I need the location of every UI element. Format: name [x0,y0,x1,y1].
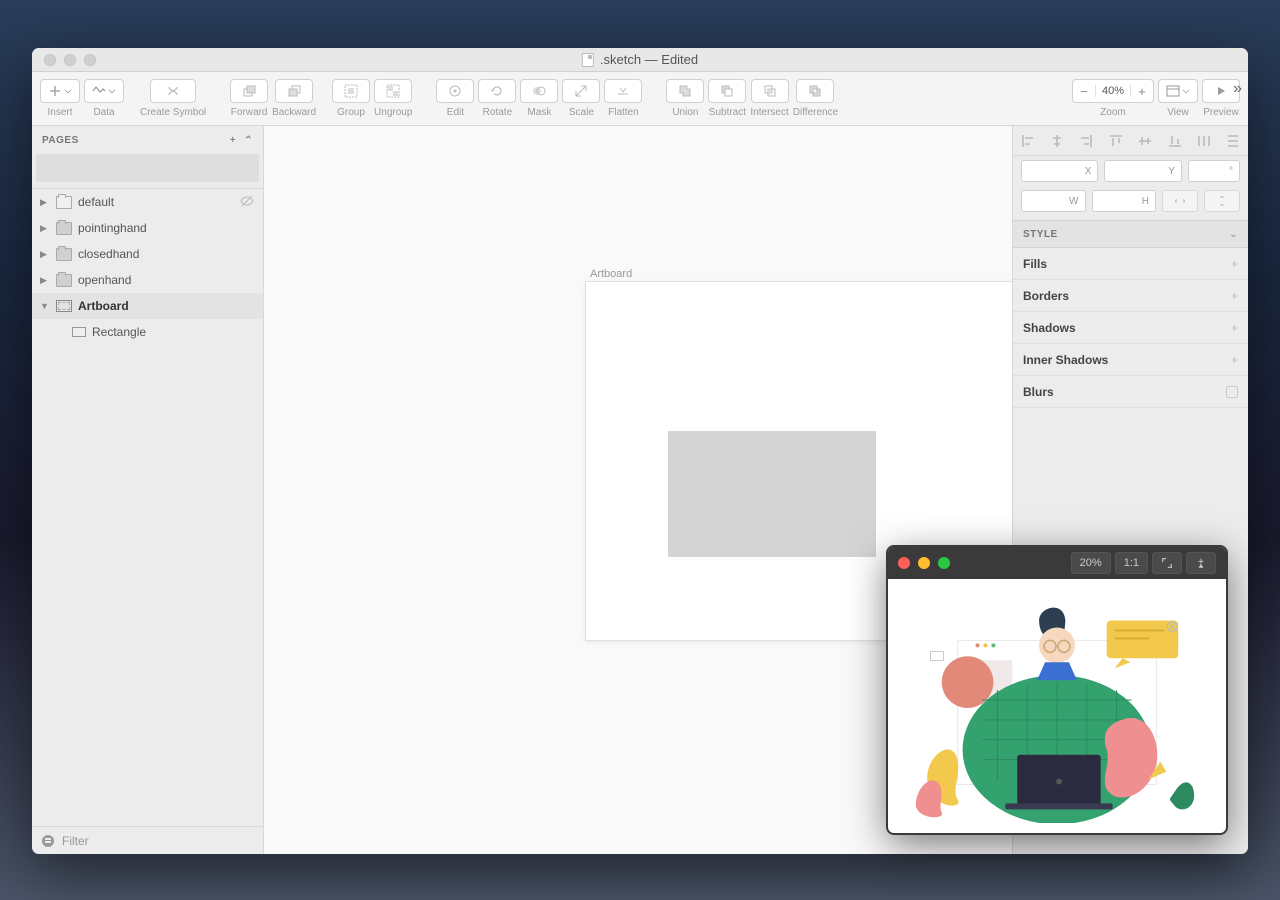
traffic-zoom[interactable] [84,54,96,66]
create-symbol-label: Create Symbol [140,107,206,118]
titlebar: .sketch — Edited [32,48,1248,72]
rectangle-shape[interactable] [668,431,876,557]
pages-label: PAGES [42,135,79,146]
preview-zoom-value[interactable]: 20% [1071,552,1111,574]
preview-artboard-marker [930,651,944,661]
preview-illustration [898,587,1216,823]
filter-input[interactable]: Filter [62,834,89,848]
blur-checkbox[interactable] [1226,386,1238,398]
collapse-pages-icon[interactable]: ⌃ [244,135,253,146]
create-symbol-button[interactable] [150,79,196,103]
difference-button[interactable] [796,79,834,103]
zoom-control: − 40% + [1072,79,1154,103]
shadows-row[interactable]: Shadows+ [1013,312,1248,344]
mask-button[interactable] [520,79,558,103]
preview-close-icon[interactable] [898,557,910,569]
hidden-icon[interactable] [239,193,255,212]
chevron-down-icon: ⌄ [1229,229,1238,240]
folder-icon [56,248,72,261]
fills-row[interactable]: Fills+ [1013,248,1248,280]
add-border-icon[interactable]: + [1231,289,1238,303]
w-field[interactable]: W [1021,190,1086,212]
align-vcenter-icon[interactable] [1138,134,1152,148]
insert-button[interactable] [40,79,80,103]
subtract-button[interactable] [708,79,746,103]
align-top-icon[interactable] [1109,134,1123,148]
angle-field[interactable]: ° [1188,160,1240,182]
preview-fit-icon[interactable] [1152,552,1182,574]
backward-button[interactable] [275,79,313,103]
union-button[interactable] [666,79,704,103]
flip-h-icon[interactable] [1162,190,1198,212]
layers-panel: PAGES + ⌃ ▶default ▶pointinghand ▶closed… [32,126,264,854]
preview-pin-icon[interactable] [1186,552,1216,574]
y-field[interactable]: Y [1104,160,1181,182]
preview-zoom-icon[interactable] [938,557,950,569]
preview-titlebar[interactable]: 20% 1:1 [888,547,1226,579]
folder-icon [56,222,72,235]
artboard-title[interactable]: Artboard [590,268,632,280]
view-button[interactable] [1158,79,1198,103]
zoom-in-button[interactable]: + [1131,80,1153,102]
inner-shadows-row[interactable]: Inner Shadows+ [1013,344,1248,376]
layer-rectangle[interactable]: Rectangle [32,319,263,345]
filter-icon [42,835,54,847]
zoom-value: 40% [1095,85,1131,97]
flip-v-icon[interactable] [1204,190,1240,212]
blurs-row[interactable]: Blurs [1013,376,1248,408]
layer-artboard[interactable]: ▼Artboard [32,293,263,319]
folder-icon [56,196,72,209]
group-button[interactable] [332,79,370,103]
preview-canvas [898,587,1216,823]
alignment-row [1013,126,1248,156]
align-right-icon[interactable] [1079,134,1093,148]
distribute-v-icon[interactable] [1226,134,1240,148]
layer-default[interactable]: ▶default [32,189,263,215]
style-section-header[interactable]: STYLE ⌄ [1013,220,1248,248]
rectangle-icon [72,327,86,337]
preview-minimize-icon[interactable] [918,557,930,569]
traffic-close[interactable] [44,54,56,66]
scale-button[interactable] [562,79,600,103]
data-label: Data [93,107,114,118]
insert-label: Insert [47,107,72,118]
layer-closedhand[interactable]: ▶closedhand [32,241,263,267]
document-icon [582,53,594,67]
layers-list: ▶default ▶pointinghand ▶closedhand ▶open… [32,188,263,826]
preview-window: 20% 1:1 [888,547,1226,833]
borders-row[interactable]: Borders+ [1013,280,1248,312]
x-field[interactable]: X [1021,160,1098,182]
traffic-minimize[interactable] [64,54,76,66]
h-field[interactable]: H [1092,190,1157,212]
toolbar: Insert Data Create Symbol Forward Backwa… [32,72,1248,126]
distribute-h-icon[interactable] [1197,134,1211,148]
align-hcenter-icon[interactable] [1050,134,1064,148]
align-left-icon[interactable] [1021,134,1035,148]
forward-button[interactable] [230,79,268,103]
add-page-icon[interactable]: + [230,135,236,146]
edit-button[interactable] [436,79,474,103]
preview-scale-button[interactable]: 1:1 [1115,552,1148,574]
add-fill-icon[interactable]: + [1231,257,1238,271]
toolbar-overflow-icon[interactable]: » [1233,80,1242,98]
data-button[interactable] [84,79,124,103]
window-title: .sketch — Edited [600,52,698,67]
flatten-button[interactable] [604,79,642,103]
align-bottom-icon[interactable] [1168,134,1182,148]
folder-icon [56,274,72,287]
rotate-button[interactable] [478,79,516,103]
layer-openhand[interactable]: ▶openhand [32,267,263,293]
intersect-button[interactable] [751,79,789,103]
ungroup-button[interactable] [374,79,412,103]
zoom-out-button[interactable]: − [1073,80,1095,102]
layer-pointinghand[interactable]: ▶pointinghand [32,215,263,241]
add-shadow-icon[interactable]: + [1231,321,1238,335]
artboard-icon [56,300,72,312]
page-row-active[interactable] [36,154,259,182]
add-inner-shadow-icon[interactable]: + [1231,353,1238,367]
